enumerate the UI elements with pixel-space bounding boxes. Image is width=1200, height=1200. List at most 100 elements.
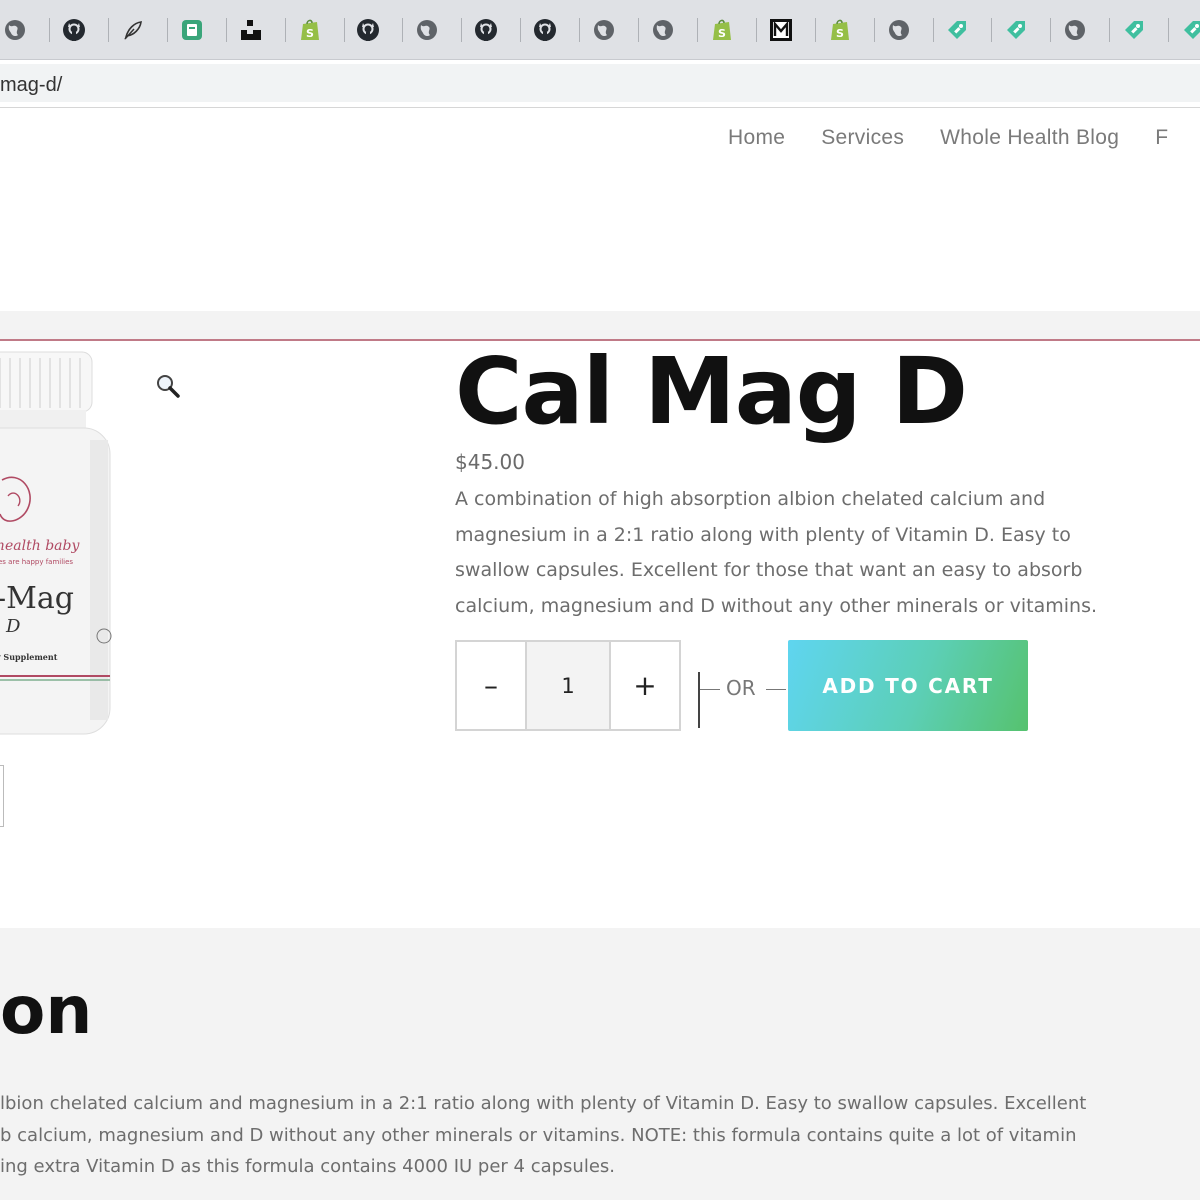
nav-link-services[interactable]: Services	[821, 126, 904, 150]
browser-tab[interactable]	[885, 16, 913, 44]
github-icon	[474, 18, 498, 42]
nav-link-truncated[interactable]: F	[1155, 126, 1168, 150]
label-name: -Mag	[0, 581, 74, 616]
tab-separator	[402, 18, 404, 42]
description-line: swallow capsules. Excellent for those th…	[455, 559, 1083, 581]
description-body-line: lbion chelated calcium and magnesium in …	[0, 1093, 1087, 1114]
tab-separator	[49, 18, 50, 42]
github-icon	[533, 18, 557, 42]
globe-icon	[416, 19, 438, 41]
supplement-bottle-image: health baby es are happy families -Mag D…	[0, 351, 112, 735]
text-cursor-line	[698, 672, 700, 728]
browser-tab[interactable]	[354, 16, 382, 44]
tab-separator	[1109, 18, 1111, 42]
globe-icon	[4, 19, 26, 41]
tab-separator	[638, 18, 639, 42]
app-green-icon	[181, 19, 203, 41]
browser-tab[interactable]	[119, 16, 147, 44]
description-heading: on	[0, 972, 93, 1049]
tab-separator	[225, 18, 227, 42]
browser-tab[interactable]	[1061, 16, 1089, 44]
browser-tab[interactable]	[1, 16, 29, 44]
browser-tab[interactable]	[413, 16, 441, 44]
browser-tab[interactable]	[767, 16, 795, 44]
url-text[interactable]: mag-d/	[0, 74, 62, 97]
nav-link-home[interactable]: Home	[728, 126, 785, 150]
browser-tab[interactable]	[1120, 16, 1148, 44]
description-section: on lbion chelated calcium and magnesium …	[0, 928, 1200, 1200]
feather-icon	[122, 19, 144, 41]
product-price: $45.00	[455, 450, 525, 474]
dark-block-icon	[239, 18, 263, 42]
quantity-input[interactable]: 1	[525, 642, 611, 729]
or-separator: OR	[698, 672, 788, 728]
product-thumbnail[interactable]	[0, 765, 4, 827]
label-sub: D	[5, 616, 21, 637]
product-short-description: A combination of high absorption albion …	[455, 482, 1195, 624]
tab-separator	[991, 18, 993, 42]
description-line: calcium, magnesium and D without any oth…	[455, 594, 1098, 617]
browser-tab[interactable]	[60, 16, 88, 44]
description-line: A combination of high absorption albion …	[455, 488, 1046, 510]
browser-tab[interactable]	[1179, 16, 1200, 44]
label-type: y Supplement	[0, 652, 58, 662]
label-brand: health baby	[0, 538, 80, 554]
browser-tab[interactable]	[943, 16, 971, 44]
tab-separator	[107, 18, 109, 42]
tag-icon	[1004, 18, 1028, 42]
browser-tab[interactable]	[237, 16, 265, 44]
tab-separator	[284, 18, 286, 42]
globe-icon	[1064, 19, 1086, 41]
browser-tab[interactable]: S	[708, 16, 736, 44]
tab-separator	[1050, 18, 1052, 42]
browser-tab[interactable]	[649, 16, 677, 44]
browser-tab[interactable]	[590, 16, 618, 44]
svg-text:S: S	[718, 27, 726, 40]
quantity-increase-button[interactable]: +	[611, 642, 679, 729]
tab-separator	[579, 18, 581, 42]
description-body-line: ing extra Vitamin D as this formula cont…	[0, 1156, 616, 1177]
tab-separator	[873, 18, 875, 42]
or-label: OR	[726, 676, 756, 700]
address-bar: mag-d/	[0, 60, 1200, 108]
tab-separator	[166, 18, 168, 42]
tab-separator	[343, 18, 345, 42]
globe-icon	[593, 19, 615, 41]
tab-separator	[932, 18, 934, 42]
browser-tab[interactable]	[178, 16, 206, 44]
browser-tab[interactable]: S	[296, 16, 324, 44]
or-dash-right	[766, 689, 786, 690]
browser-tab[interactable]	[1002, 16, 1030, 44]
main-nav: Home Services Whole Health Blog F	[728, 126, 1200, 150]
description-body: lbion chelated calcium and magnesium in …	[0, 1088, 1200, 1183]
globe-icon	[652, 19, 674, 41]
description-body-line: b calcium, magnesium and D without any o…	[0, 1124, 1077, 1146]
description-line: magnesium in a 2:1 ratio along with plen…	[455, 523, 1071, 546]
browser-tab[interactable]	[472, 16, 500, 44]
product-title: Cal Mag D	[455, 338, 968, 445]
browser-tab-strip: SSS	[0, 0, 1200, 60]
url-field[interactable]: mag-d/	[0, 64, 1200, 102]
shopify-icon: S	[299, 18, 321, 42]
nav-link-whole-health-blog[interactable]: Whole Health Blog	[940, 126, 1119, 150]
tag-icon	[945, 18, 969, 42]
browser-tab[interactable]	[531, 16, 559, 44]
or-dash-left	[700, 689, 720, 690]
magnifier-zoom-icon[interactable]	[155, 373, 181, 399]
product-image[interactable]: health baby es are happy families -Mag D…	[0, 350, 120, 740]
quantity-stepper: – 1 +	[455, 640, 681, 731]
tab-separator	[1168, 18, 1170, 42]
browser-tab[interactable]: S	[826, 16, 854, 44]
shopify-icon: S	[829, 18, 851, 42]
tab-separator	[461, 18, 463, 42]
header-separator-band	[0, 311, 1200, 339]
add-to-cart-button[interactable]: ADD TO CART	[788, 640, 1028, 731]
tab-separator	[520, 18, 522, 42]
globe-icon	[888, 19, 910, 41]
svg-text:S: S	[306, 27, 314, 40]
tag-icon	[1181, 18, 1200, 42]
tab-separator	[755, 18, 757, 42]
label-tagline: es are happy families	[0, 558, 73, 566]
quantity-decrease-button[interactable]: –	[457, 642, 525, 729]
shopify-icon: S	[711, 18, 733, 42]
